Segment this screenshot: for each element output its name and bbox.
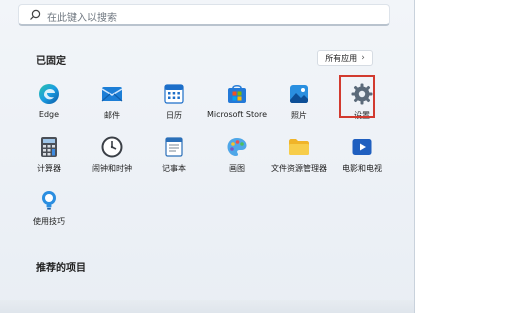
mail-icon xyxy=(100,82,124,106)
app-settings[interactable]: 设置 xyxy=(327,75,397,126)
app-label: 闹钟和时钟 xyxy=(92,164,132,173)
app-label: Edge xyxy=(38,110,60,119)
app-notepad[interactable]: 记事本 xyxy=(139,133,209,179)
app-label: 记事本 xyxy=(162,164,186,173)
notepad-icon xyxy=(162,135,186,159)
app-label: 电影和电视 xyxy=(342,164,382,173)
folder-icon xyxy=(287,135,311,159)
app-label: 文件资源管理器 xyxy=(271,164,327,173)
calculator-icon xyxy=(37,135,61,159)
search-input[interactable]: 在此键入以搜索 xyxy=(18,4,390,26)
app-label: 使用技巧 xyxy=(33,217,65,226)
video-icon xyxy=(350,135,374,159)
app-mail[interactable]: 邮件 xyxy=(77,80,147,126)
app-tips[interactable]: 使用技巧 xyxy=(14,186,84,232)
search-icon xyxy=(30,9,41,20)
all-apps-button[interactable]: 所有应用 › xyxy=(317,50,373,66)
clock-icon xyxy=(100,135,124,159)
desktop-background xyxy=(415,0,524,313)
app-microsoft-store[interactable]: Microsoft Store xyxy=(202,80,272,126)
app-label: 邮件 xyxy=(104,111,120,120)
start-menu: 在此键入以搜索 已固定 所有应用 › Edge 邮件 日历 Microsoft … xyxy=(0,0,415,313)
app-label: Microsoft Store xyxy=(206,110,268,119)
app-calendar[interactable]: 日历 xyxy=(139,80,209,126)
app-edge[interactable]: Edge xyxy=(14,80,84,126)
app-movies-tv[interactable]: 电影和电视 xyxy=(327,133,397,179)
search-placeholder: 在此键入以搜索 xyxy=(47,13,117,24)
app-file-explorer[interactable]: 文件资源管理器 xyxy=(264,133,334,179)
edge-icon xyxy=(37,82,61,106)
app-label: 计算器 xyxy=(37,164,61,173)
app-alarms-clock[interactable]: 闹钟和时钟 xyxy=(77,133,147,179)
tips-icon xyxy=(37,188,61,212)
photos-icon xyxy=(287,82,311,106)
app-calculator[interactable]: 计算器 xyxy=(14,133,84,179)
pinned-section-title: 已固定 xyxy=(36,56,66,67)
app-photos[interactable]: 照片 xyxy=(264,80,334,126)
store-icon xyxy=(225,82,249,106)
start-menu-footer xyxy=(0,300,414,313)
recommended-section-title: 推荐的项目 xyxy=(36,263,86,274)
app-label: 照片 xyxy=(291,111,307,120)
chevron-right-icon: › xyxy=(361,53,365,63)
calendar-icon xyxy=(162,82,186,106)
all-apps-label: 所有应用 xyxy=(325,53,358,63)
app-label: 日历 xyxy=(166,111,182,120)
app-paint[interactable]: 画图 xyxy=(202,133,272,179)
paint-icon xyxy=(225,135,249,159)
app-label: 画图 xyxy=(229,164,245,173)
gear-icon xyxy=(350,82,374,106)
